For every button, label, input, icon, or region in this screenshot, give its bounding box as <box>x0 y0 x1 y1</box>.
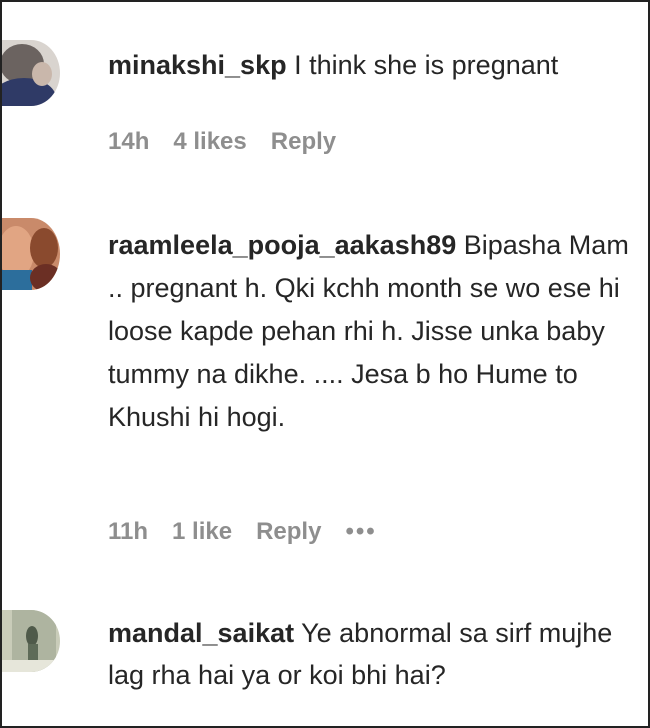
comment-item: mandal_saikat Ye abnormal sa sirf mujhe … <box>2 598 648 726</box>
comment-text: minakshi_skp I think she is pregnant <box>108 46 644 84</box>
comment-time: 11h <box>108 518 149 545</box>
comment-username[interactable]: mandal_saikat <box>108 618 294 648</box>
more-options-icon[interactable]: ••• <box>345 518 376 545</box>
comment-text: raamleela_pooja_aakash89 Bipasha Mam .. … <box>108 224 638 439</box>
comment-username[interactable]: raamleela_pooja_aakash89 <box>108 230 456 260</box>
comment-likes[interactable]: 4 likes <box>173 128 246 155</box>
avatar[interactable] <box>2 610 60 672</box>
comment-body: Bipasha Mam .. pregnant h. Qki kchh mont… <box>108 230 629 432</box>
comment-meta: 11h 1 like Reply ••• <box>108 518 401 546</box>
reply-button[interactable]: Reply <box>271 128 336 155</box>
comment-item: minakshi_skp I think she is pregnant 14h… <box>2 2 648 182</box>
reply-button[interactable]: Reply <box>256 518 321 545</box>
comment-body: I think she is pregnant <box>286 50 559 80</box>
avatar[interactable] <box>2 218 60 290</box>
avatar[interactable] <box>2 40 60 106</box>
comment-likes[interactable]: 1 like <box>172 518 232 545</box>
comment-meta: 14h 4 likes Reply <box>108 128 360 156</box>
comment-time: 14h <box>108 128 150 155</box>
comment-username[interactable]: minakshi_skp <box>108 50 287 80</box>
comment-list: minakshi_skp I think she is pregnant 14h… <box>0 0 650 728</box>
comment-item: raamleela_pooja_aakash89 Bipasha Mam .. … <box>2 202 648 582</box>
comment-text: mandal_saikat Ye abnormal sa sirf mujhe … <box>108 612 644 696</box>
